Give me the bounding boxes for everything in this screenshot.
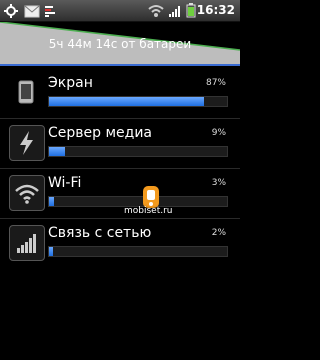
graph-baseline: [0, 64, 240, 66]
watermark-text: mobiset.ru: [124, 206, 173, 216]
battery-time-caption: 5ч 44м 14с от батареи: [48, 37, 192, 51]
usage-bar-fill: [49, 247, 53, 256]
divider: [0, 168, 240, 169]
usage-percent: 9%: [211, 128, 226, 138]
screen-icon: [9, 75, 43, 109]
usage-label: Экран: [48, 75, 93, 91]
divider: [0, 218, 240, 219]
usage-percent: 87%: [205, 78, 226, 88]
divider: [0, 118, 240, 119]
usage-item-wifi[interactable]: Wi-Fi 3%: [0, 169, 240, 219]
clock: 16:32: [196, 3, 235, 17]
wifi-icon: [9, 175, 45, 211]
usage-bar-fill: [49, 147, 65, 156]
battery-icon: [186, 3, 196, 22]
signal-icon: [168, 3, 182, 22]
wifi-icon: [148, 3, 164, 22]
usb-debug-icon: [3, 3, 19, 22]
usage-percent: 3%: [211, 178, 226, 188]
usage-percent: 2%: [211, 228, 226, 238]
usage-bar: [48, 246, 228, 257]
battery-usage-icon: [44, 3, 58, 22]
usage-label: Связь с сетью: [48, 225, 152, 241]
usage-label: Wi-Fi: [48, 175, 82, 191]
usage-bar: [48, 96, 228, 107]
usage-bar-fill: [49, 97, 204, 106]
mail-icon: [24, 3, 40, 22]
cell-signal-icon: [9, 225, 45, 261]
usage-item-screen[interactable]: Экран 87%: [0, 69, 240, 119]
usage-bar-fill: [49, 197, 54, 206]
usage-label: Сервер медиа: [48, 125, 153, 141]
usage-item-cell-standby[interactable]: Связь с сетью 2%: [0, 219, 240, 269]
lightning-icon: [9, 125, 45, 161]
usage-item-media-server[interactable]: Сервер медиа 9%: [0, 119, 240, 169]
status-bar: 16:32: [0, 0, 240, 22]
usage-bar: [48, 146, 228, 157]
